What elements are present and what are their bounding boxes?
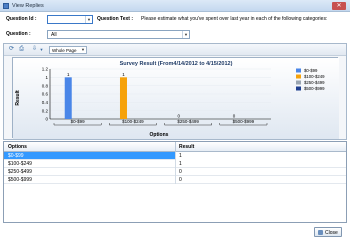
legend-label: $250-$499: [304, 80, 325, 85]
option-cell: $100-$249: [8, 161, 32, 167]
legend-swatch: [296, 80, 301, 85]
chevron-down-icon[interactable]: ▼: [38, 46, 45, 53]
y-tick-label: 0.8: [42, 83, 49, 88]
column-divider: [175, 168, 176, 176]
legend-swatch: [296, 68, 301, 73]
table-row[interactable]: $100-$249 1: [4, 160, 346, 168]
zoom-select[interactable]: Whole Page ▼: [49, 46, 87, 54]
result-cell: 0: [179, 177, 182, 183]
column-divider: [175, 176, 176, 184]
export-icon[interactable]: ⇩: [31, 46, 38, 53]
legend-swatch: [296, 74, 301, 79]
column-divider: [175, 152, 176, 160]
title-bar: View Replies ✕: [0, 0, 350, 12]
x-tick-label: $250-$499: [177, 119, 199, 124]
question-id-label: Question Id :: [6, 16, 37, 22]
option-cell: $500-$999: [8, 177, 32, 183]
result-cell: 1: [179, 161, 182, 167]
column-header-result[interactable]: Result: [179, 144, 194, 150]
close-button[interactable]: Close: [314, 227, 342, 237]
legend-label: $0-$99: [304, 68, 318, 73]
grid-header: Options Result: [4, 142, 346, 152]
chevron-down-icon: ▼: [81, 47, 85, 52]
question-text-label: Question Text :: [97, 16, 134, 22]
report-viewer: ⟳ ⎙ ⇩ ▼ Whole Page ▼ Survey Result (From…: [3, 43, 347, 140]
legend-label: $100-$249: [304, 74, 325, 79]
question-text-value: Please estimate what you've spent over l…: [141, 16, 328, 22]
question-value: All: [51, 32, 57, 38]
column-header-options[interactable]: Options: [8, 144, 27, 150]
legend-label: $500-$999: [304, 86, 325, 91]
y-tick-label: 0.4: [42, 100, 49, 105]
close-icon: [318, 230, 323, 235]
bar-chart: Survey Result (From4/14/2012 to 4/15/201…: [13, 58, 339, 139]
bar: [64, 77, 72, 119]
question-label: Question :: [6, 31, 31, 37]
chevron-down-icon: ▼: [182, 31, 189, 38]
chart-title: Survey Result (From4/14/2012 to 4/15/201…: [120, 61, 233, 67]
print-icon[interactable]: ⎙: [18, 46, 25, 53]
question-select[interactable]: All ▼: [47, 30, 190, 39]
zoom-value: Whole Page: [52, 48, 77, 53]
y-axis-label: Result: [15, 90, 21, 106]
close-button-label: Close: [325, 230, 338, 236]
column-divider[interactable]: [175, 142, 176, 152]
chart-background: [13, 58, 339, 139]
y-tick-label: 0.6: [42, 92, 49, 97]
table-row[interactable]: $0-$99 1: [4, 152, 346, 160]
x-tick-label: $100-$249: [122, 119, 144, 124]
option-cell: $250-$499: [8, 169, 32, 175]
question-id-select[interactable]: ▼: [47, 15, 93, 24]
table-row[interactable]: $500-$999 0: [4, 176, 346, 184]
x-axis-label: Options: [150, 132, 169, 138]
chart-frame: Survey Result (From4/14/2012 to 4/15/201…: [12, 57, 339, 139]
chevron-down-icon: ▼: [85, 16, 92, 23]
window-title: View Replies: [12, 3, 44, 9]
y-tick-label: 1.2: [42, 67, 49, 72]
legend-swatch: [296, 86, 301, 91]
x-tick-label: $500-$999: [233, 119, 255, 124]
window-close-button[interactable]: ✕: [332, 2, 346, 10]
report-toolbar: ⟳ ⎙ ⇩ ▼ Whole Page ▼: [4, 44, 346, 56]
column-divider: [175, 160, 176, 168]
result-cell: 0: [179, 169, 182, 175]
filter-panel: Question Id : ▼ Question Text : Please e…: [0, 12, 350, 42]
y-tick-label: 0.2: [42, 108, 49, 113]
results-grid: Options Result $0-$99 1 $100-$249 1 $250…: [3, 141, 347, 223]
option-cell: $0-$99: [8, 153, 24, 159]
bar: [119, 77, 127, 119]
dialog-footer: Close: [0, 224, 350, 240]
cell-background: [176, 152, 346, 160]
refresh-icon[interactable]: ⟳: [8, 46, 15, 53]
window-icon: [3, 3, 9, 9]
table-row[interactable]: $250-$499 0: [4, 168, 346, 176]
x-tick-label: $0-$99: [71, 119, 86, 124]
result-cell: 1: [179, 153, 182, 159]
